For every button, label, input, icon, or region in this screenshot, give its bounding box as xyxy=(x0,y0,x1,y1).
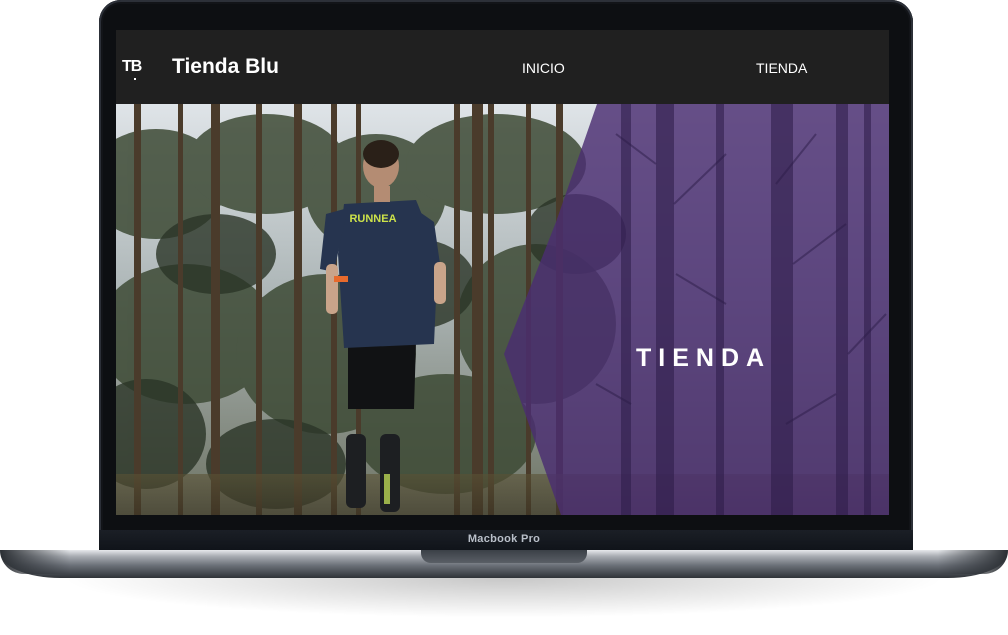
shirt-text: RUNNEA xyxy=(349,213,396,225)
logo-dot xyxy=(134,78,136,80)
nav-link-tienda[interactable]: TIENDA xyxy=(756,60,807,76)
logo[interactable]: TB xyxy=(122,54,150,80)
navbar: TB Tienda Blu INICIO TIENDA xyxy=(116,30,889,104)
hero-title: TIENDA xyxy=(636,344,772,372)
laptop-notch xyxy=(421,550,587,563)
page: Macbook Pro TB Tienda Blu INICIO TIENDA xyxy=(0,0,1008,635)
laptop-base-edge-left xyxy=(0,550,70,574)
brand-name[interactable]: Tienda Blu xyxy=(172,55,279,79)
laptop-shadow xyxy=(60,578,948,618)
nav-link-inicio[interactable]: INICIO xyxy=(522,60,565,76)
hero-image: RUNNEA xyxy=(116,104,889,515)
device-label: Macbook Pro xyxy=(467,533,541,545)
laptop-base-edge-right xyxy=(938,550,1008,574)
hero-banner: RUNNEA TIENDA xyxy=(116,104,889,515)
screen: TB Tienda Blu INICIO TIENDA RUNNEA TIEND… xyxy=(116,30,889,515)
